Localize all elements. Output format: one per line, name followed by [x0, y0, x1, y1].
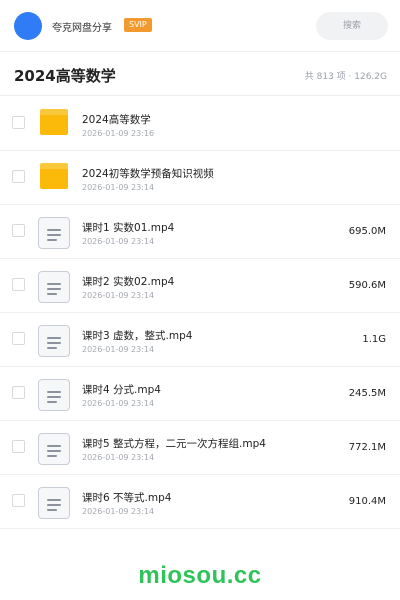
file-list: 2024高等数学 2026-01-09 23:16 2024初等数学预备知识视频…: [0, 97, 400, 529]
avatar[interactable]: [14, 12, 42, 40]
folder-summary: 共 813 项 · 126.2G: [304, 72, 387, 82]
video-file-icon: [38, 379, 70, 411]
item-date: 2026-01-09 23:14: [82, 507, 155, 516]
item-name: 课时2 实数02.mp4: [82, 276, 175, 288]
item-checkbox[interactable]: [12, 170, 25, 183]
video-file-icon: [38, 271, 70, 303]
svip-badge: SVIP: [124, 18, 152, 32]
item-date: 2026-01-09 23:14: [82, 453, 155, 462]
item-checkbox[interactable]: [12, 494, 25, 507]
top-bar: 夸克网盘分享 SVIP 搜索: [0, 0, 400, 52]
folder-header: 2024高等数学 共 813 项 · 126.2G: [0, 52, 400, 96]
item-checkbox[interactable]: [12, 278, 25, 291]
item-name: 课时1 实数01.mp4: [82, 222, 175, 234]
item-name: 2024高等数学: [82, 114, 151, 126]
item-checkbox[interactable]: [12, 386, 25, 399]
page-title: 2024高等数学: [14, 67, 116, 85]
username: 夸克网盘分享: [52, 23, 112, 34]
item-date: 2026-01-09 23:14: [82, 237, 155, 246]
item-size: 910.4M: [348, 496, 386, 507]
list-item[interactable]: 课时5 整式方程，二元一次方程组.mp4 2026-01-09 23:14 77…: [0, 421, 400, 475]
item-date: 2026-01-09 23:16: [82, 129, 155, 138]
list-item[interactable]: 2024初等数学预备知识视频 2026-01-09 23:14: [0, 151, 400, 205]
list-item[interactable]: 课时4 分式.mp4 2026-01-09 23:14 245.5M: [0, 367, 400, 421]
search-button[interactable]: 搜索: [316, 12, 388, 40]
folder-icon: [38, 109, 70, 141]
item-name: 课时5 整式方程，二元一次方程组.mp4: [82, 438, 266, 450]
list-item[interactable]: 2024高等数学 2026-01-09 23:16: [0, 97, 400, 151]
video-file-icon: [38, 487, 70, 519]
item-name: 课时6 不等式.mp4: [82, 492, 172, 504]
item-date: 2026-01-09 23:14: [82, 345, 155, 354]
item-checkbox[interactable]: [12, 116, 25, 129]
item-name: 课时3 虚数，整式.mp4: [82, 330, 193, 342]
watermark: miosou.cc: [138, 562, 262, 589]
list-item[interactable]: 课时6 不等式.mp4 2026-01-09 23:14 910.4M: [0, 475, 400, 529]
item-size: 772.1M: [348, 442, 386, 453]
item-size: 590.6M: [348, 280, 386, 291]
list-item[interactable]: 课时2 实数02.mp4 2026-01-09 23:14 590.6M: [0, 259, 400, 313]
video-file-icon: [38, 433, 70, 465]
item-checkbox[interactable]: [12, 332, 25, 345]
item-name: 课时4 分式.mp4: [82, 384, 161, 396]
video-file-icon: [38, 217, 70, 249]
item-date: 2026-01-09 23:14: [82, 291, 155, 300]
item-size: 245.5M: [348, 388, 386, 399]
video-file-icon: [38, 325, 70, 357]
list-item[interactable]: 课时1 实数01.mp4 2026-01-09 23:14 695.0M: [0, 205, 400, 259]
item-date: 2026-01-09 23:14: [82, 399, 155, 408]
item-size: 695.0M: [348, 226, 386, 237]
item-checkbox[interactable]: [12, 224, 25, 237]
item-checkbox[interactable]: [12, 440, 25, 453]
folder-icon: [38, 163, 70, 195]
item-name: 2024初等数学预备知识视频: [82, 168, 214, 180]
list-item[interactable]: 课时3 虚数，整式.mp4 2026-01-09 23:14 1.1G: [0, 313, 400, 367]
item-date: 2026-01-09 23:14: [82, 183, 155, 192]
item-size: 1.1G: [362, 334, 386, 345]
